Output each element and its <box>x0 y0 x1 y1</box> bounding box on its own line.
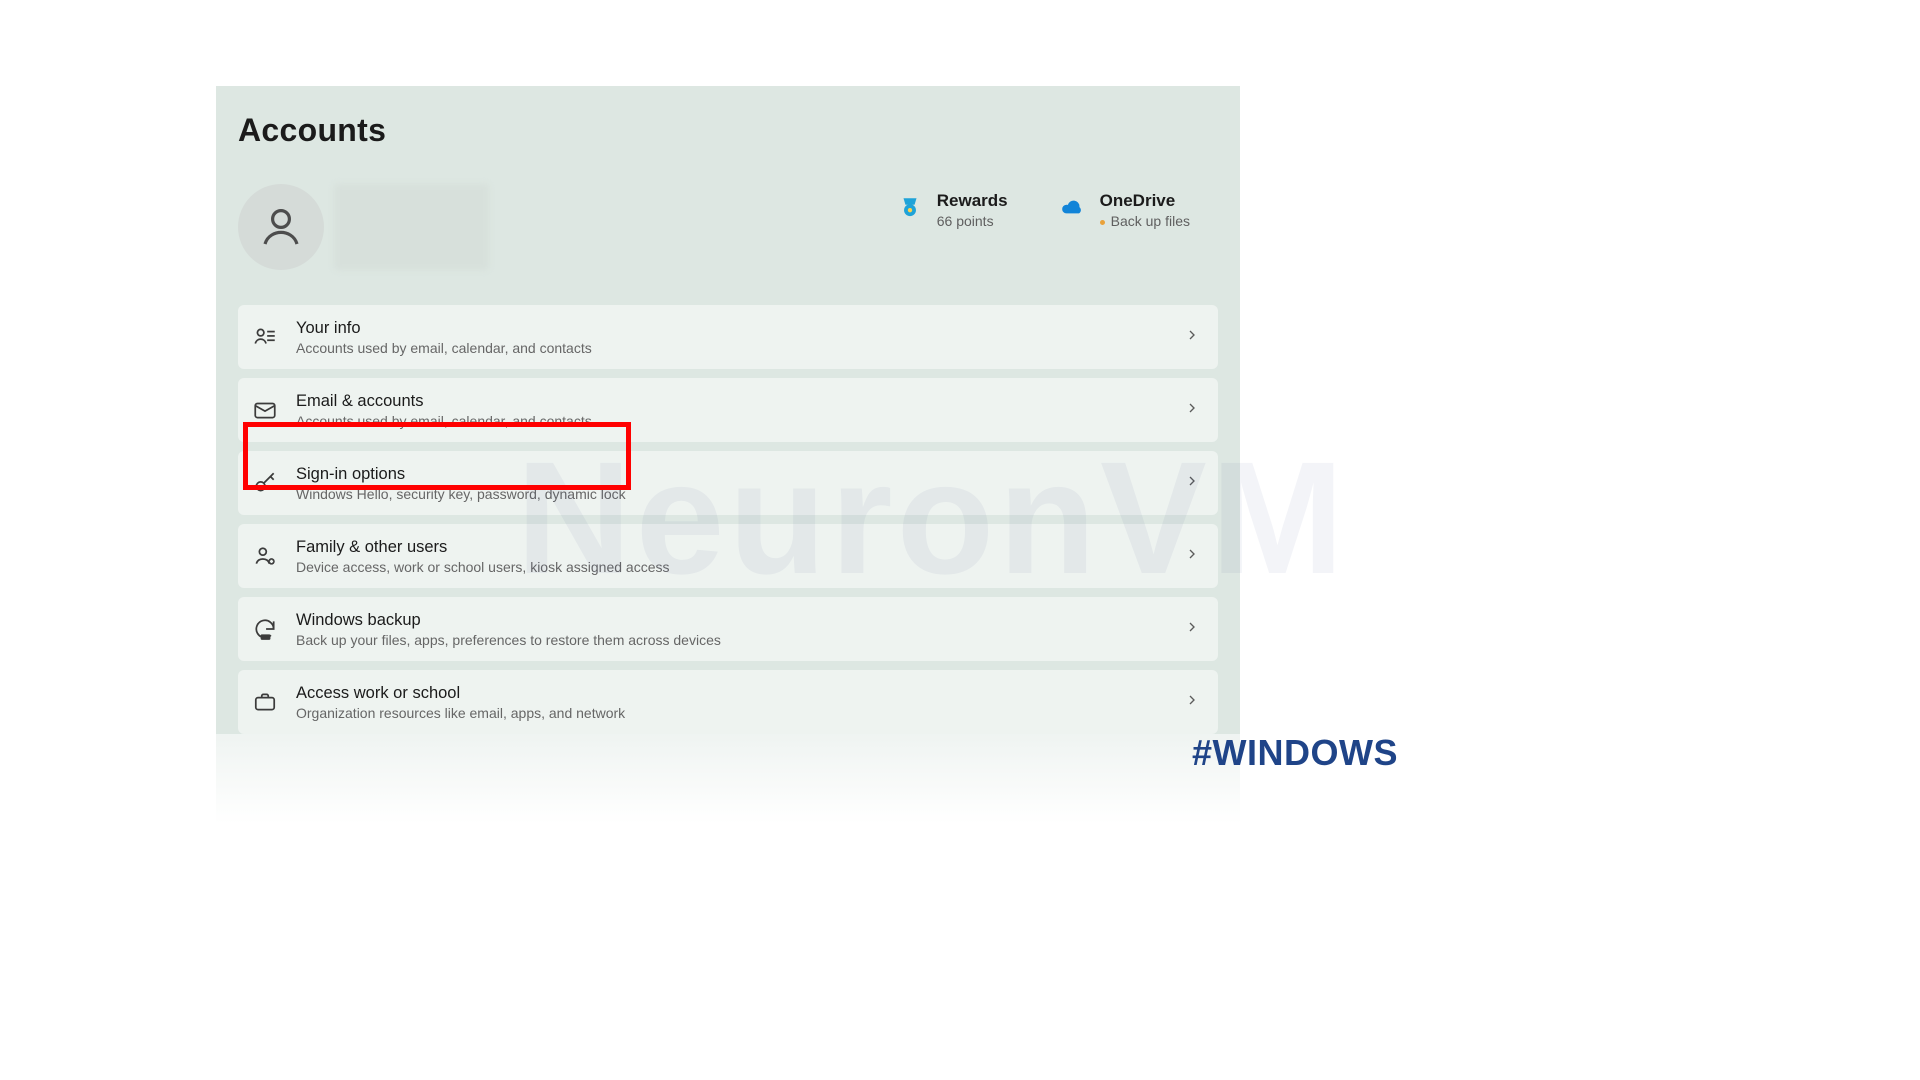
chevron-right-icon <box>1184 692 1200 713</box>
briefcase-icon <box>252 689 278 715</box>
chevron-right-icon <box>1184 546 1200 567</box>
onedrive-title: OneDrive <box>1100 191 1190 211</box>
row-title: Family & other users <box>296 538 669 557</box>
rewards-sub: 66 points <box>937 213 1008 229</box>
row-sub: Organization resources like email, apps,… <box>296 705 625 721</box>
rewards-card[interactable]: Rewards 66 points <box>897 191 1008 229</box>
row-sub: Accounts used by email, calendar, and co… <box>296 340 592 356</box>
chevron-right-icon <box>1184 473 1200 494</box>
chevron-right-icon <box>1184 327 1200 348</box>
rewards-icon <box>897 195 923 221</box>
key-icon <box>252 470 278 496</box>
account-info-cards: Rewards 66 points OneDrive Back up files <box>897 191 1190 229</box>
settings-rows: Your info Accounts used by email, calend… <box>238 305 1218 734</box>
row-sub: Windows Hello, security key, password, d… <box>296 486 626 502</box>
user-summary-row: Rewards 66 points OneDrive Back up files <box>238 183 1240 271</box>
onedrive-sub: Back up files <box>1100 213 1190 229</box>
row-your-info[interactable]: Your info Accounts used by email, calend… <box>238 305 1218 369</box>
cloud-icon <box>1060 195 1086 221</box>
hashtag-label: #WINDOWS <box>1192 732 1398 774</box>
your-info-icon <box>252 324 278 350</box>
avatar <box>238 184 324 270</box>
row-title: Your info <box>296 319 592 338</box>
row-sub: Back up your files, apps, preferences to… <box>296 632 721 648</box>
settings-panel: Accounts Rewards 66 points <box>216 86 1240 734</box>
email-icon <box>252 397 278 423</box>
page-title: Accounts <box>238 112 1240 149</box>
row-title: Email & accounts <box>296 392 592 411</box>
row-windows-backup[interactable]: Windows backup Back up your files, apps,… <box>238 597 1218 661</box>
row-sub: Device access, work or school users, kio… <box>296 559 669 575</box>
user-name-redacted <box>334 184 489 270</box>
family-icon <box>252 543 278 569</box>
row-title: Windows backup <box>296 611 721 630</box>
chevron-right-icon <box>1184 400 1200 421</box>
row-access-work-school[interactable]: Access work or school Organization resou… <box>238 670 1218 734</box>
row-sign-in-options[interactable]: Sign-in options Windows Hello, security … <box>238 451 1218 515</box>
row-title: Access work or school <box>296 684 625 703</box>
row-title: Sign-in options <box>296 465 626 484</box>
rewards-title: Rewards <box>937 191 1008 211</box>
row-sub: Accounts used by email, calendar, and co… <box>296 413 592 429</box>
backup-icon <box>252 616 278 642</box>
row-family-other-users[interactable]: Family & other users Device access, work… <box>238 524 1218 588</box>
panel-reflection <box>216 734 1240 824</box>
row-email-accounts[interactable]: Email & accounts Accounts used by email,… <box>238 378 1218 442</box>
person-icon <box>257 203 305 251</box>
chevron-right-icon <box>1184 619 1200 640</box>
onedrive-card[interactable]: OneDrive Back up files <box>1060 191 1190 229</box>
